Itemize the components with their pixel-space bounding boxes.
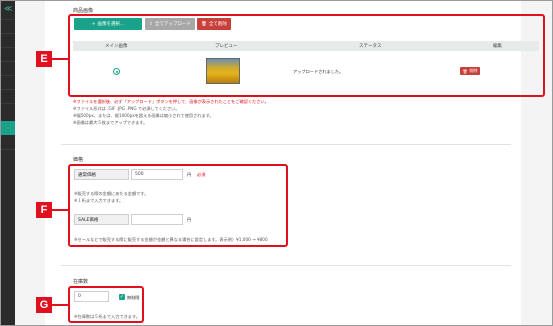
sidebar-item-active[interactable]: [1, 121, 15, 135]
marker-g: G: [36, 297, 52, 313]
marker-e: E: [36, 51, 52, 67]
sidebar-divider: [1, 149, 15, 150]
callout-g-line: [50, 304, 68, 306]
image-note-size: ※幅500px、または、縦1000pxを超える画像は縮小されて使用されます。: [73, 113, 214, 118]
section-divider: [61, 144, 511, 145]
stock-section-title: 在庫数: [73, 279, 89, 285]
sidebar-divider: [1, 75, 15, 76]
sidebar-divider: [1, 89, 15, 90]
image-note-warning: ※ファイルを選択後、必ず「アップロード」ボタンを押して、画像が表示されたことをご…: [73, 99, 269, 104]
callout-e-line: [50, 58, 68, 60]
callout-e-box: [68, 14, 545, 97]
price-section-title: 価格: [73, 157, 84, 163]
marker-f: F: [36, 202, 52, 218]
left-sidebar: ≪: [1, 1, 15, 325]
image-note-max: ※画像は最大５枚までアップできます。: [73, 120, 148, 125]
screenshot-frame: ≪ 商品画像 + 画像を選択... ⇪ 全てアップロード 🗑 全て削除 メイン画…: [0, 0, 553, 326]
image-section-title: 商品画像: [73, 8, 94, 14]
callout-g-box: [68, 286, 144, 323]
sidebar-divider: [1, 47, 15, 48]
section-divider: [61, 265, 511, 266]
callout-f-box: [68, 164, 288, 247]
sidebar-divider: [1, 33, 15, 34]
image-note-format: ※ファイル形式は .GIF .JPG .PNG で必須してください。: [73, 106, 180, 111]
sidebar-divider: [1, 61, 15, 62]
callout-f-line: [50, 209, 68, 211]
sidebar-divider: [1, 19, 15, 20]
sidebar-collapse-icon[interactable]: ≪: [4, 4, 12, 13]
sidebar-divider: [1, 103, 15, 104]
